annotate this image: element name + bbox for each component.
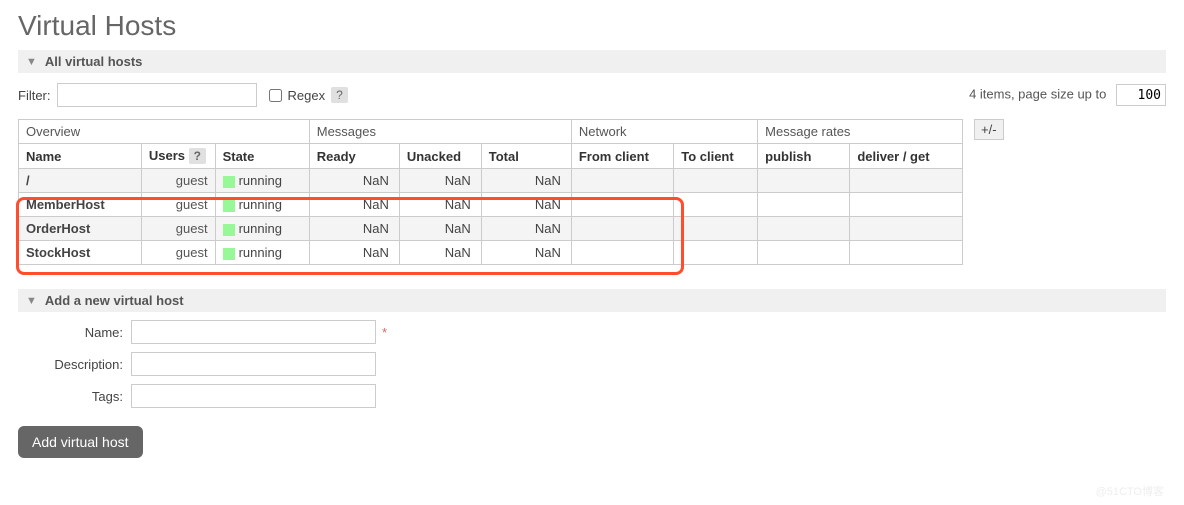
vhost-from-client [571, 169, 673, 193]
vhost-state: running [215, 241, 309, 265]
vhost-unacked: NaN [399, 217, 481, 241]
filter-input[interactable] [57, 83, 257, 107]
page-size-input[interactable] [1116, 84, 1166, 106]
vhost-state: running [215, 193, 309, 217]
vhost-name-link[interactable]: / [19, 169, 142, 193]
vhost-from-client [571, 193, 673, 217]
regex-help-icon[interactable]: ? [331, 87, 348, 103]
vhost-ready: NaN [309, 193, 399, 217]
col-from-client[interactable]: From client [571, 144, 673, 169]
vhost-to-client [674, 193, 758, 217]
section-add-vhost[interactable]: ▼ Add a new virtual host [18, 289, 1166, 312]
table-row: OrderHostguestrunningNaNNaNNaN [19, 217, 963, 241]
vhost-users: guest [141, 193, 215, 217]
vhost-users: guest [141, 169, 215, 193]
columns-toggle-button[interactable]: +/- [974, 119, 1004, 140]
vhost-total: NaN [481, 169, 571, 193]
col-unacked[interactable]: Unacked [399, 144, 481, 169]
section-add-title: Add a new virtual host [45, 293, 184, 308]
col-users[interactable]: Users ? [141, 144, 215, 169]
col-ready[interactable]: Ready [309, 144, 399, 169]
vhost-from-client [571, 241, 673, 265]
col-state[interactable]: State [215, 144, 309, 169]
vhosts-table-body: /guestrunningNaNNaNNaNMemberHostguestrun… [19, 169, 963, 265]
description-label: Description: [18, 357, 123, 372]
table-row: MemberHostguestrunningNaNNaNNaN [19, 193, 963, 217]
vhost-to-client [674, 217, 758, 241]
group-header-network: Network [571, 120, 757, 144]
vhost-deliver-get [850, 193, 963, 217]
vhost-publish [758, 193, 850, 217]
vhosts-table: Overview Messages Network Message rates … [18, 119, 963, 265]
vhost-to-client [674, 241, 758, 265]
vhost-deliver-get [850, 241, 963, 265]
watermark: @51CTO博客 [1096, 483, 1164, 499]
vhost-name-link[interactable]: StockHost [19, 241, 142, 265]
section-all-title: All virtual hosts [45, 54, 143, 69]
table-row: /guestrunningNaNNaNNaN [19, 169, 963, 193]
vhost-state: running [215, 169, 309, 193]
vhost-ready: NaN [309, 169, 399, 193]
vhost-unacked: NaN [399, 193, 481, 217]
section-all-vhosts[interactable]: ▼ All virtual hosts [18, 50, 1166, 73]
col-to-client[interactable]: To client [674, 144, 758, 169]
col-name[interactable]: Name [19, 144, 142, 169]
state-text: running [239, 173, 282, 188]
vhost-publish [758, 169, 850, 193]
tags-label: Tags: [18, 389, 123, 404]
name-label: Name: [18, 325, 123, 340]
vhost-users: guest [141, 241, 215, 265]
vhost-publish [758, 217, 850, 241]
vhost-unacked: NaN [399, 169, 481, 193]
vhost-ready: NaN [309, 217, 399, 241]
vhost-total: NaN [481, 193, 571, 217]
vhosts-table-wrap: +/- Overview Messages Network Message ra… [18, 119, 1166, 265]
required-mark: * [382, 325, 387, 340]
vhost-total: NaN [481, 217, 571, 241]
filter-bar: Filter: Regex ? 4 items, page size up to [18, 83, 1166, 107]
name-input[interactable] [131, 320, 376, 344]
group-header-message-rates: Message rates [758, 120, 963, 144]
group-header-overview: Overview [19, 120, 310, 144]
table-row: StockHostguestrunningNaNNaNNaN [19, 241, 963, 265]
add-virtual-host-button[interactable]: Add virtual host [18, 426, 143, 458]
state-running-icon [223, 176, 235, 188]
col-users-label: Users [149, 148, 185, 163]
vhost-to-client [674, 169, 758, 193]
col-deliver-get[interactable]: deliver / get [850, 144, 963, 169]
vhost-total: NaN [481, 241, 571, 265]
vhost-deliver-get [850, 217, 963, 241]
page-title: Virtual Hosts [18, 10, 1166, 42]
vhost-ready: NaN [309, 241, 399, 265]
tags-input[interactable] [131, 384, 376, 408]
vhost-deliver-get [850, 169, 963, 193]
pagination-summary: 4 items, page size up to [969, 87, 1106, 102]
group-header-messages: Messages [309, 120, 571, 144]
col-total[interactable]: Total [481, 144, 571, 169]
vhost-name-link[interactable]: OrderHost [19, 217, 142, 241]
col-publish[interactable]: publish [758, 144, 850, 169]
vhost-from-client [571, 217, 673, 241]
state-text: running [239, 197, 282, 212]
users-help-icon[interactable]: ? [189, 148, 206, 164]
state-text: running [239, 245, 282, 260]
vhost-name-link[interactable]: MemberHost [19, 193, 142, 217]
pagination-info: 4 items, page size up to [969, 84, 1166, 106]
state-running-icon [223, 248, 235, 260]
vhost-users: guest [141, 217, 215, 241]
vhost-publish [758, 241, 850, 265]
state-running-icon [223, 200, 235, 212]
description-input[interactable] [131, 352, 376, 376]
vhost-state: running [215, 217, 309, 241]
state-text: running [239, 221, 282, 236]
vhost-unacked: NaN [399, 241, 481, 265]
chevron-down-icon: ▼ [26, 295, 37, 307]
state-running-icon [223, 224, 235, 236]
chevron-down-icon: ▼ [26, 56, 37, 68]
filter-label: Filter: [18, 88, 51, 103]
regex-checkbox[interactable] [269, 89, 282, 102]
regex-label: Regex [288, 88, 326, 103]
